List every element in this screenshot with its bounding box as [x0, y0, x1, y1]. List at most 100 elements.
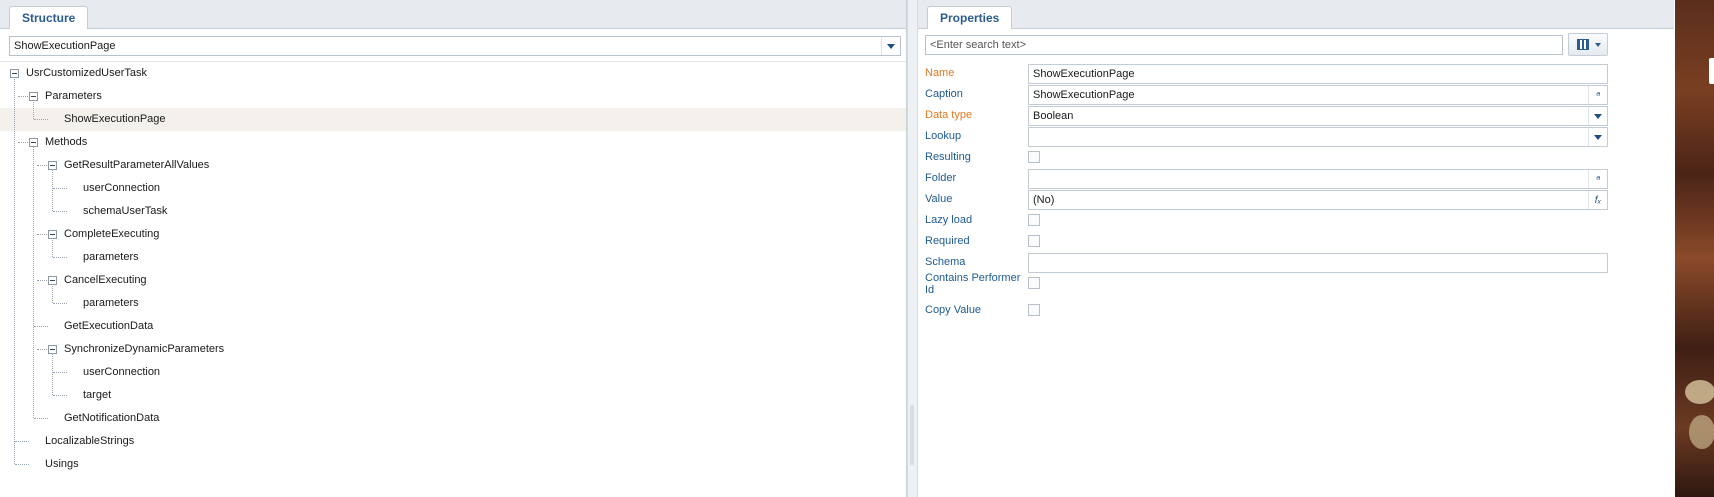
panel-splitter[interactable] [907, 0, 918, 497]
contains-performer-id-checkbox[interactable] [1028, 277, 1040, 289]
property-row-lazy-load: Lazy load [918, 210, 1674, 231]
property-label: Caption [925, 88, 963, 100]
property-label: Contains Performer Id [925, 272, 1021, 296]
tree-node-label: ShowExecutionPage [64, 113, 166, 125]
property-label: Name [925, 67, 955, 79]
resulting-checkbox[interactable] [1028, 151, 1040, 163]
property-row-caption: Caption ShowExecutionPage ᵃ [918, 84, 1674, 105]
folder-field[interactable]: ᵃ [1028, 169, 1608, 189]
required-checkbox[interactable] [1028, 235, 1040, 247]
tree-node[interactable]: CompleteExecuting [0, 223, 906, 246]
tree-node[interactable]: Usings [0, 453, 906, 476]
tree-node[interactable]: parameters [0, 292, 906, 315]
tree-node[interactable]: userConnection [0, 177, 906, 200]
splitter-grip[interactable] [910, 405, 914, 465]
property-label: Folder [925, 172, 957, 184]
tree-node-label: GetNotificationData [64, 412, 160, 424]
property-label: Copy Value [925, 304, 982, 316]
property-row-lookup: Lookup [918, 126, 1674, 147]
tree-connector [52, 169, 53, 211]
structure-selector-value: ShowExecutionPage [14, 40, 116, 52]
search-input[interactable] [926, 36, 1562, 54]
tree-node[interactable]: target [0, 384, 906, 407]
tab-properties[interactable]: Properties [927, 6, 1013, 29]
dropdown-arrow-icon[interactable] [1588, 107, 1607, 125]
property-label: Lookup [925, 130, 962, 142]
property-row-resulting: Resulting [918, 147, 1674, 168]
tree-node[interactable]: userConnection [0, 361, 906, 384]
tree-node[interactable]: Parameters [0, 85, 906, 108]
overlay-card [1709, 58, 1714, 84]
tree-connector [53, 188, 67, 189]
tree-connector [53, 372, 67, 373]
value-value: (No) [1033, 194, 1055, 206]
tree-node[interactable]: GetResultParameterAllValues [0, 154, 906, 177]
property-label: Lazy load [925, 214, 973, 226]
dropdown-arrow-icon[interactable] [1588, 128, 1607, 146]
tree-connector [34, 119, 48, 120]
property-row-schema: Schema [918, 252, 1674, 273]
data-type-value: Boolean [1033, 110, 1074, 122]
localize-icon[interactable]: ᵃ [1588, 86, 1607, 104]
caption-field[interactable]: ShowExecutionPage ᵃ [1028, 85, 1608, 105]
tab-structure[interactable]: Structure [9, 6, 89, 29]
lookup-field[interactable] [1028, 127, 1608, 147]
tree-node[interactable]: parameters [0, 246, 906, 269]
tree-node[interactable]: LocalizableStrings [0, 430, 906, 453]
tree-node[interactable]: ShowExecutionPage [0, 108, 906, 131]
copy-value-checkbox[interactable] [1028, 304, 1040, 316]
tree-node-label: UsrCustomizedUserTask [26, 67, 148, 79]
structure-panel: Structure ShowExecutionPage UsrCustomize… [0, 0, 907, 497]
tree-node[interactable]: CancelExecuting [0, 269, 906, 292]
property-row-copy-value: Copy Value [918, 300, 1674, 321]
schema-field[interactable] [1028, 253, 1608, 273]
properties-panel: Properties Name ShowExecutionPage Caption S… [918, 0, 1674, 497]
tree-connector [53, 257, 67, 258]
background-photo [1675, 0, 1714, 497]
name-field[interactable]: ShowExecutionPage [1028, 64, 1608, 84]
structure-selector[interactable]: ShowExecutionPage [9, 36, 901, 56]
grid-view-icon [1577, 39, 1589, 50]
dropdown-arrow-icon[interactable] [881, 37, 900, 55]
tree-node-label: parameters [83, 297, 139, 309]
property-label: Resulting [925, 151, 971, 163]
chevron-down-icon [1595, 43, 1601, 47]
property-row-contains-performer-id: Contains Performer Id [918, 272, 1674, 296]
decor-shape [1685, 380, 1714, 404]
tree-node-label: SynchronizeDynamicParameters [64, 343, 225, 355]
lazy-load-checkbox[interactable] [1028, 214, 1040, 226]
view-mode-button[interactable] [1568, 33, 1608, 56]
tree-node[interactable]: UsrCustomizedUserTask [0, 62, 906, 85]
search-box[interactable] [925, 35, 1563, 55]
tree-node[interactable]: GetNotificationData [0, 407, 906, 430]
tree-node[interactable]: schemaUserTask [0, 200, 906, 223]
property-row-folder: Folder ᵃ [918, 168, 1674, 189]
tree-connector [33, 146, 34, 418]
tree-connector [52, 353, 53, 395]
decor-shape [1689, 415, 1714, 449]
tree-connector [52, 238, 53, 257]
tree-connector [33, 100, 34, 119]
localize-icon[interactable]: ᵃ [1588, 170, 1607, 188]
property-row-required: Required [918, 231, 1674, 252]
fx-formula-icon[interactable]: fₓ [1588, 191, 1607, 209]
data-type-field[interactable]: Boolean [1028, 106, 1608, 126]
tree-connector [34, 418, 48, 419]
tree-connector [53, 395, 67, 396]
tree-node[interactable]: SynchronizeDynamicParameters [0, 338, 906, 361]
tree-connector [37, 165, 47, 166]
tree-node-label: Usings [45, 458, 79, 470]
tree-node-label: CompleteExecuting [64, 228, 160, 240]
value-field[interactable]: (No) fₓ [1028, 190, 1608, 210]
caption-value: ShowExecutionPage [1033, 89, 1135, 101]
tree-node[interactable]: Methods [0, 131, 906, 154]
tree-connector [18, 142, 28, 143]
tree-node-label: LocalizableStrings [45, 435, 135, 447]
property-row-value: Value (No) fₓ [918, 189, 1674, 210]
properties-tabbar: Properties [918, 0, 1674, 29]
tree-connector [37, 280, 47, 281]
property-label: Required [925, 235, 970, 247]
property-label: Value [925, 193, 953, 205]
tree-connector [53, 211, 67, 212]
tree-node[interactable]: GetExecutionData [0, 315, 906, 338]
